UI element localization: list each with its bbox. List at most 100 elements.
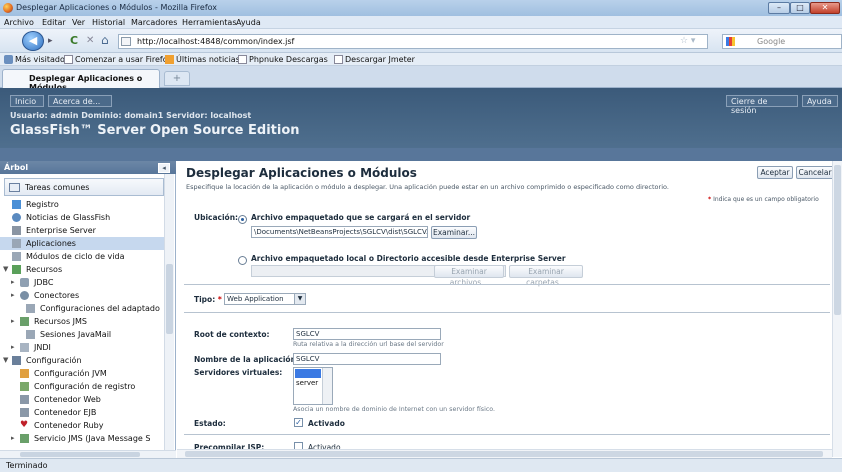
expand-right-icon[interactable]: ▸ (11, 289, 15, 302)
tree-item-contenedor-ejb[interactable]: Contenedor EJB (18, 406, 162, 419)
scroll-thumb[interactable] (20, 452, 140, 457)
tree-label: JDBC (34, 278, 54, 287)
browse-files-button[interactable]: Examinar archivos... (434, 265, 504, 287)
tareas-label: Tareas comunes (25, 183, 90, 192)
list-scrollbar[interactable] (322, 368, 332, 404)
scroll-thumb[interactable] (185, 451, 823, 457)
acerca-de-link[interactable]: Acerca de... (48, 95, 112, 107)
tree-item-recursos-jms[interactable]: ▸ Recursos JMS (10, 315, 162, 328)
menu-ayuda[interactable]: Ayuda (236, 18, 261, 27)
browse-folders-button[interactable]: Examinar carpetas... (509, 265, 583, 287)
home-button[interactable]: ⌂ (101, 33, 109, 47)
expand-right-icon[interactable]: ▸ (11, 276, 15, 289)
bookmark-ultimas-noticias[interactable]: Últimas noticias (176, 55, 240, 64)
sidebar-vertical-scrollbar[interactable] (164, 174, 174, 450)
chevron-down-icon[interactable]: ▼ (294, 294, 305, 304)
tree-item-enterprise-server[interactable]: Enterprise Server (10, 224, 162, 237)
scroll-thumb[interactable] (166, 264, 173, 334)
tree-item-servicio-jms[interactable]: ▸ Servicio JMS (Java Message S (10, 432, 164, 445)
tree-item-modulos-ciclo[interactable]: Módulos de ciclo de vida (10, 250, 162, 263)
tree-label: Recursos (26, 265, 63, 274)
maximize-button[interactable]: □ (790, 2, 810, 14)
tree-item-aplicaciones[interactable]: Aplicaciones (0, 237, 164, 250)
help-link[interactable]: Ayuda (802, 95, 838, 107)
menu-ver[interactable]: Ver (72, 18, 85, 27)
expand-down-icon[interactable]: ▼ (3, 354, 8, 367)
google-icon[interactable] (726, 37, 735, 46)
firefox-icon (3, 3, 13, 13)
bookmark-star-icon[interactable]: ☆ ▾ (680, 36, 695, 46)
browse-button[interactable]: Examinar... (431, 226, 477, 239)
tree-item-conectores[interactable]: ▸ Conectores (10, 289, 162, 302)
tree-label: Contenedor Ruby (34, 421, 104, 430)
logout-link[interactable]: Cierre de sesión (726, 95, 798, 115)
menu-historial[interactable]: Historial (92, 18, 125, 27)
location-label: Ubicación: (194, 213, 239, 222)
type-label: Tipo: * (194, 295, 222, 304)
app-name-input[interactable]: SGLCV (293, 353, 441, 365)
tree-item-contenedor-web[interactable]: Contenedor Web (18, 393, 162, 406)
url-input[interactable]: http://localhost:4848/common/index.jsf (118, 34, 708, 49)
collapse-sidebar-button[interactable]: ◂ (158, 163, 170, 173)
context-root-input[interactable]: SGLCV (293, 328, 441, 340)
inicio-link[interactable]: Inicio (10, 95, 44, 107)
tab-desplegar[interactable]: Desplegar Aplicaciones o Módulos (2, 69, 160, 92)
virtual-servers-hint: Asocia un nombre de dominio de Internet … (293, 406, 496, 413)
menu-herramientas[interactable]: Herramientas (182, 18, 237, 27)
tareas-comunes-button[interactable]: Tareas comunes (4, 178, 164, 196)
list-item[interactable]: server (296, 379, 318, 387)
back-button[interactable]: ◀ (22, 31, 44, 51)
close-window-button[interactable]: ✕ (810, 2, 840, 14)
tree-item-jndi[interactable]: ▸ JNDI (10, 341, 162, 354)
tree-item-config-registro[interactable]: Configuración de registro (18, 380, 162, 393)
tree-item-configuracion[interactable]: ▼ Configuración (2, 354, 162, 367)
resources-icon (12, 265, 21, 274)
tree-label: Servicio JMS (Java Message S (34, 434, 151, 443)
upload-radio[interactable] (238, 215, 247, 224)
expand-right-icon[interactable]: ▸ (11, 341, 15, 354)
tree-item-contenedor-ruby[interactable]: ♥ Contenedor Ruby (18, 419, 162, 432)
tree-item-registro[interactable]: Registro (10, 198, 162, 211)
bookmark-jmeter[interactable]: Descargar Jmeter (345, 55, 415, 64)
main-vertical-scrollbar[interactable] (832, 161, 842, 457)
expand-right-icon[interactable]: ▸ (11, 315, 15, 328)
minimize-button[interactable]: – (768, 2, 790, 14)
bookmark-phpnuke[interactable]: Phpnuke Descargas (249, 55, 328, 64)
search-input[interactable]: Google (722, 34, 842, 49)
reload-button[interactable]: C (70, 34, 78, 47)
menu-archivo[interactable]: Archivo (4, 18, 34, 27)
most-visited-icon (4, 55, 13, 64)
type-select[interactable]: Web Application ▼ (224, 293, 306, 305)
local-file-radio[interactable] (238, 256, 247, 265)
bookmark-comenzar[interactable]: Comenzar a usar Firefox (75, 55, 172, 64)
accept-button[interactable]: Aceptar (757, 166, 793, 179)
list-item-selected[interactable] (295, 369, 321, 378)
page-description: Especifique la locación de la aplicación… (186, 183, 669, 191)
server-icon (12, 226, 21, 235)
page-title: Desplegar Aplicaciones o Módulos (186, 166, 417, 180)
tree-item-noticias[interactable]: Noticias de GlassFish (10, 211, 162, 224)
main-horizontal-scrollbar[interactable] (177, 449, 832, 458)
expand-right-icon[interactable]: ▸ (11, 432, 15, 445)
forward-button[interactable]: ▸ (48, 36, 53, 46)
virtual-servers-label: Servidores virtuales: (194, 368, 283, 377)
tree-item-config-adaptador[interactable]: Configuraciones del adaptado (24, 302, 164, 315)
scroll-thumb[interactable] (834, 165, 841, 315)
menu-marcadores[interactable]: Marcadores (131, 18, 177, 27)
status-checkbox[interactable]: ✓ (294, 418, 303, 427)
menu-editar[interactable]: Editar (42, 18, 66, 27)
jdbc-icon (20, 278, 29, 287)
tree-item-javamail[interactable]: Sesiones JavaMail (24, 328, 164, 341)
bookmark-mas-visitados[interactable]: Más visitados (15, 55, 69, 64)
cancel-button[interactable]: Cancelar (796, 166, 834, 179)
stop-button[interactable]: ✕ (86, 35, 94, 46)
file-path-input[interactable]: \Documents\NetBeansProjects\SGLCV\dist\S… (251, 226, 428, 238)
expand-down-icon[interactable]: ▼ (3, 263, 8, 276)
tree-item-config-jvm[interactable]: Configuración JVM (18, 367, 162, 380)
user-info: Usuario: admin Dominio: domain1 Servidor… (10, 111, 252, 120)
tree-item-recursos[interactable]: ▼ Recursos (2, 263, 162, 276)
virtual-servers-list[interactable]: server (293, 367, 333, 405)
sidebar-horizontal-scrollbar[interactable] (0, 450, 176, 458)
tree-item-jdbc[interactable]: ▸ JDBC (10, 276, 162, 289)
new-tab-button[interactable]: + (164, 71, 190, 86)
